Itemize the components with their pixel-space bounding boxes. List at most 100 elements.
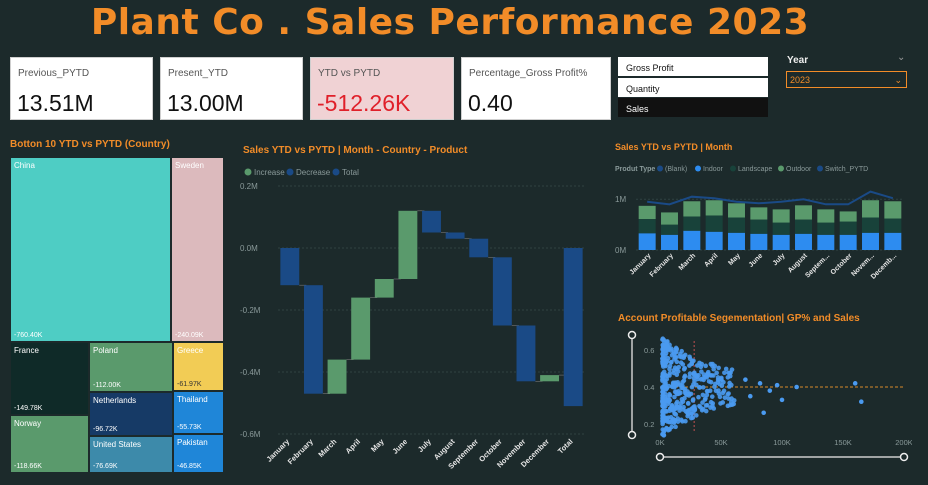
stacked-bar-segment (862, 232, 879, 250)
slicer-quantity[interactable]: Quantity (618, 78, 768, 97)
stacked-bar-segment (772, 209, 790, 223)
treemap-cell-china[interactable]: China -760.40K (10, 157, 171, 342)
scatter-point (673, 406, 678, 411)
kpi-card-previous-pytd: Previous_PYTD 13.51M (10, 57, 153, 120)
y-tick-label: 0.2 (644, 420, 654, 429)
scatter-point (694, 374, 700, 380)
scatter-point (725, 375, 731, 380)
scatter-point (709, 394, 715, 399)
stacked-bar-segment (728, 217, 745, 233)
chevron-down-icon[interactable]: ⌄ (897, 52, 905, 63)
year-filter-label: Year (787, 55, 809, 66)
x-zoom-handle-left[interactable] (655, 452, 665, 462)
scatter-point (662, 391, 668, 397)
kpi-card-gross-profit-pct: Percentage_Gross Profit% 0.40 (461, 57, 611, 120)
treemap-value: -61.97K (177, 381, 202, 388)
slicer-sales[interactable]: Sales (618, 98, 768, 117)
waterfall-bar (374, 279, 394, 298)
x-tick-label: February (286, 436, 316, 466)
treemap-cell-united-states[interactable]: United States -76.69K (89, 436, 173, 473)
stacked-bar-segment (862, 200, 879, 218)
scatter-point (712, 384, 717, 390)
x-zoom-handle-right[interactable] (899, 452, 909, 462)
waterfall-bar (351, 297, 371, 360)
slicer-gross-profit[interactable]: Gross Profit (618, 57, 768, 76)
scatter-point (663, 346, 668, 351)
treemap-cell-france[interactable]: France -149.78K (10, 342, 89, 415)
treemap-cell-poland[interactable]: Poland -112.00K (89, 342, 173, 392)
stacked-bar-chart: Sales YTD vs PYTD | Month Produt Type (B… (615, 142, 904, 281)
scatter-point (708, 405, 713, 410)
treemap-cell-thailand[interactable]: Thailand -55.73K (173, 391, 224, 434)
chevron-down-icon: ⌄ (894, 75, 902, 85)
waterfall-bar (540, 375, 560, 382)
stacked-bar-segment (750, 207, 768, 220)
stacked-bar-segment (884, 218, 902, 233)
treemap-cell-norway[interactable]: Norway -118.66K (10, 415, 89, 473)
stacked-bar-segment (772, 222, 790, 235)
y-tick-label: 0M (615, 246, 626, 255)
stacked-bar-segment (638, 233, 656, 250)
scatter-point (692, 407, 698, 413)
scatter-point (668, 405, 674, 411)
x-tick-label: 50K (714, 438, 727, 447)
scatter-point (690, 415, 695, 421)
scatter-point (685, 400, 691, 406)
stacked-bar-segment (661, 224, 678, 235)
waterfall-bar (492, 257, 512, 326)
stacked-bar-segment (683, 230, 701, 250)
scatter-point (767, 388, 773, 393)
stacked-bar-segment (705, 215, 723, 232)
y-zoom-handle-top[interactable] (627, 330, 637, 340)
kpi-value: 0.40 (468, 90, 513, 116)
scatter-point (703, 363, 708, 369)
stacked-bar-segment (728, 232, 745, 250)
scatter-point (722, 370, 727, 376)
scatter-point (660, 432, 666, 437)
treemap-label: Pakistan (177, 438, 208, 447)
y-tick-label: 1M (615, 195, 626, 204)
x-tick-label: August (787, 252, 809, 274)
scatter-point (852, 381, 858, 386)
x-tick-label: March (678, 252, 698, 272)
treemap-cell-netherlands[interactable]: Netherlands -96.72K (89, 392, 173, 436)
scatter-point (708, 379, 714, 385)
stacked-bar-segment (795, 233, 812, 250)
stacked-bar-segment (839, 211, 857, 222)
scatter-point (714, 370, 719, 376)
y-tick-label: -0.6M (240, 430, 261, 439)
scatter-point (720, 400, 726, 405)
legend-marker (817, 165, 823, 172)
legend-decrease: Decrease (296, 168, 331, 177)
scatter-point (660, 377, 665, 382)
stacked-bar-segment (884, 232, 902, 250)
waterfall-bar (398, 210, 418, 279)
y-tick-label: 0.2M (240, 182, 258, 191)
legend-item: (Blank) (665, 166, 687, 173)
scatter-point (700, 400, 705, 405)
stacked-bar-segment (705, 231, 723, 250)
stacked-bar-segment (750, 219, 768, 234)
treemap-label: Netherlands (93, 396, 137, 405)
y-zoom-handle-bottom[interactable] (627, 430, 637, 440)
stacked-bar-segment (750, 233, 768, 250)
treemap-cell-sweden[interactable]: Sweden -240.09K (171, 157, 224, 342)
waterfall-chart: Sales YTD vs PYTD | Month - Country - Pr… (240, 145, 585, 471)
scatter-point (691, 382, 696, 387)
waterfall-bar (469, 238, 489, 258)
treemap-value: -240.09K (175, 332, 204, 339)
scatter-point (747, 393, 753, 399)
scatter-point (761, 410, 766, 416)
treemap-cell-greece[interactable]: Greece -61.97K (173, 342, 224, 391)
stacked-bar-segment (705, 200, 723, 216)
scatter-point (713, 388, 719, 394)
stacked-bar-segment (661, 234, 678, 250)
year-dropdown[interactable]: 2023 ⌄ (786, 71, 907, 88)
treemap-cell-pakistan[interactable]: Pakistan -46.85K (173, 434, 224, 473)
stacked-bar-legend-title: Produt Type (615, 166, 655, 173)
scatter-point (673, 350, 678, 355)
scatter-point (679, 385, 684, 391)
scatter-point (681, 353, 687, 359)
treemap-value: -46.85K (177, 463, 202, 470)
scatter-point (682, 395, 687, 401)
